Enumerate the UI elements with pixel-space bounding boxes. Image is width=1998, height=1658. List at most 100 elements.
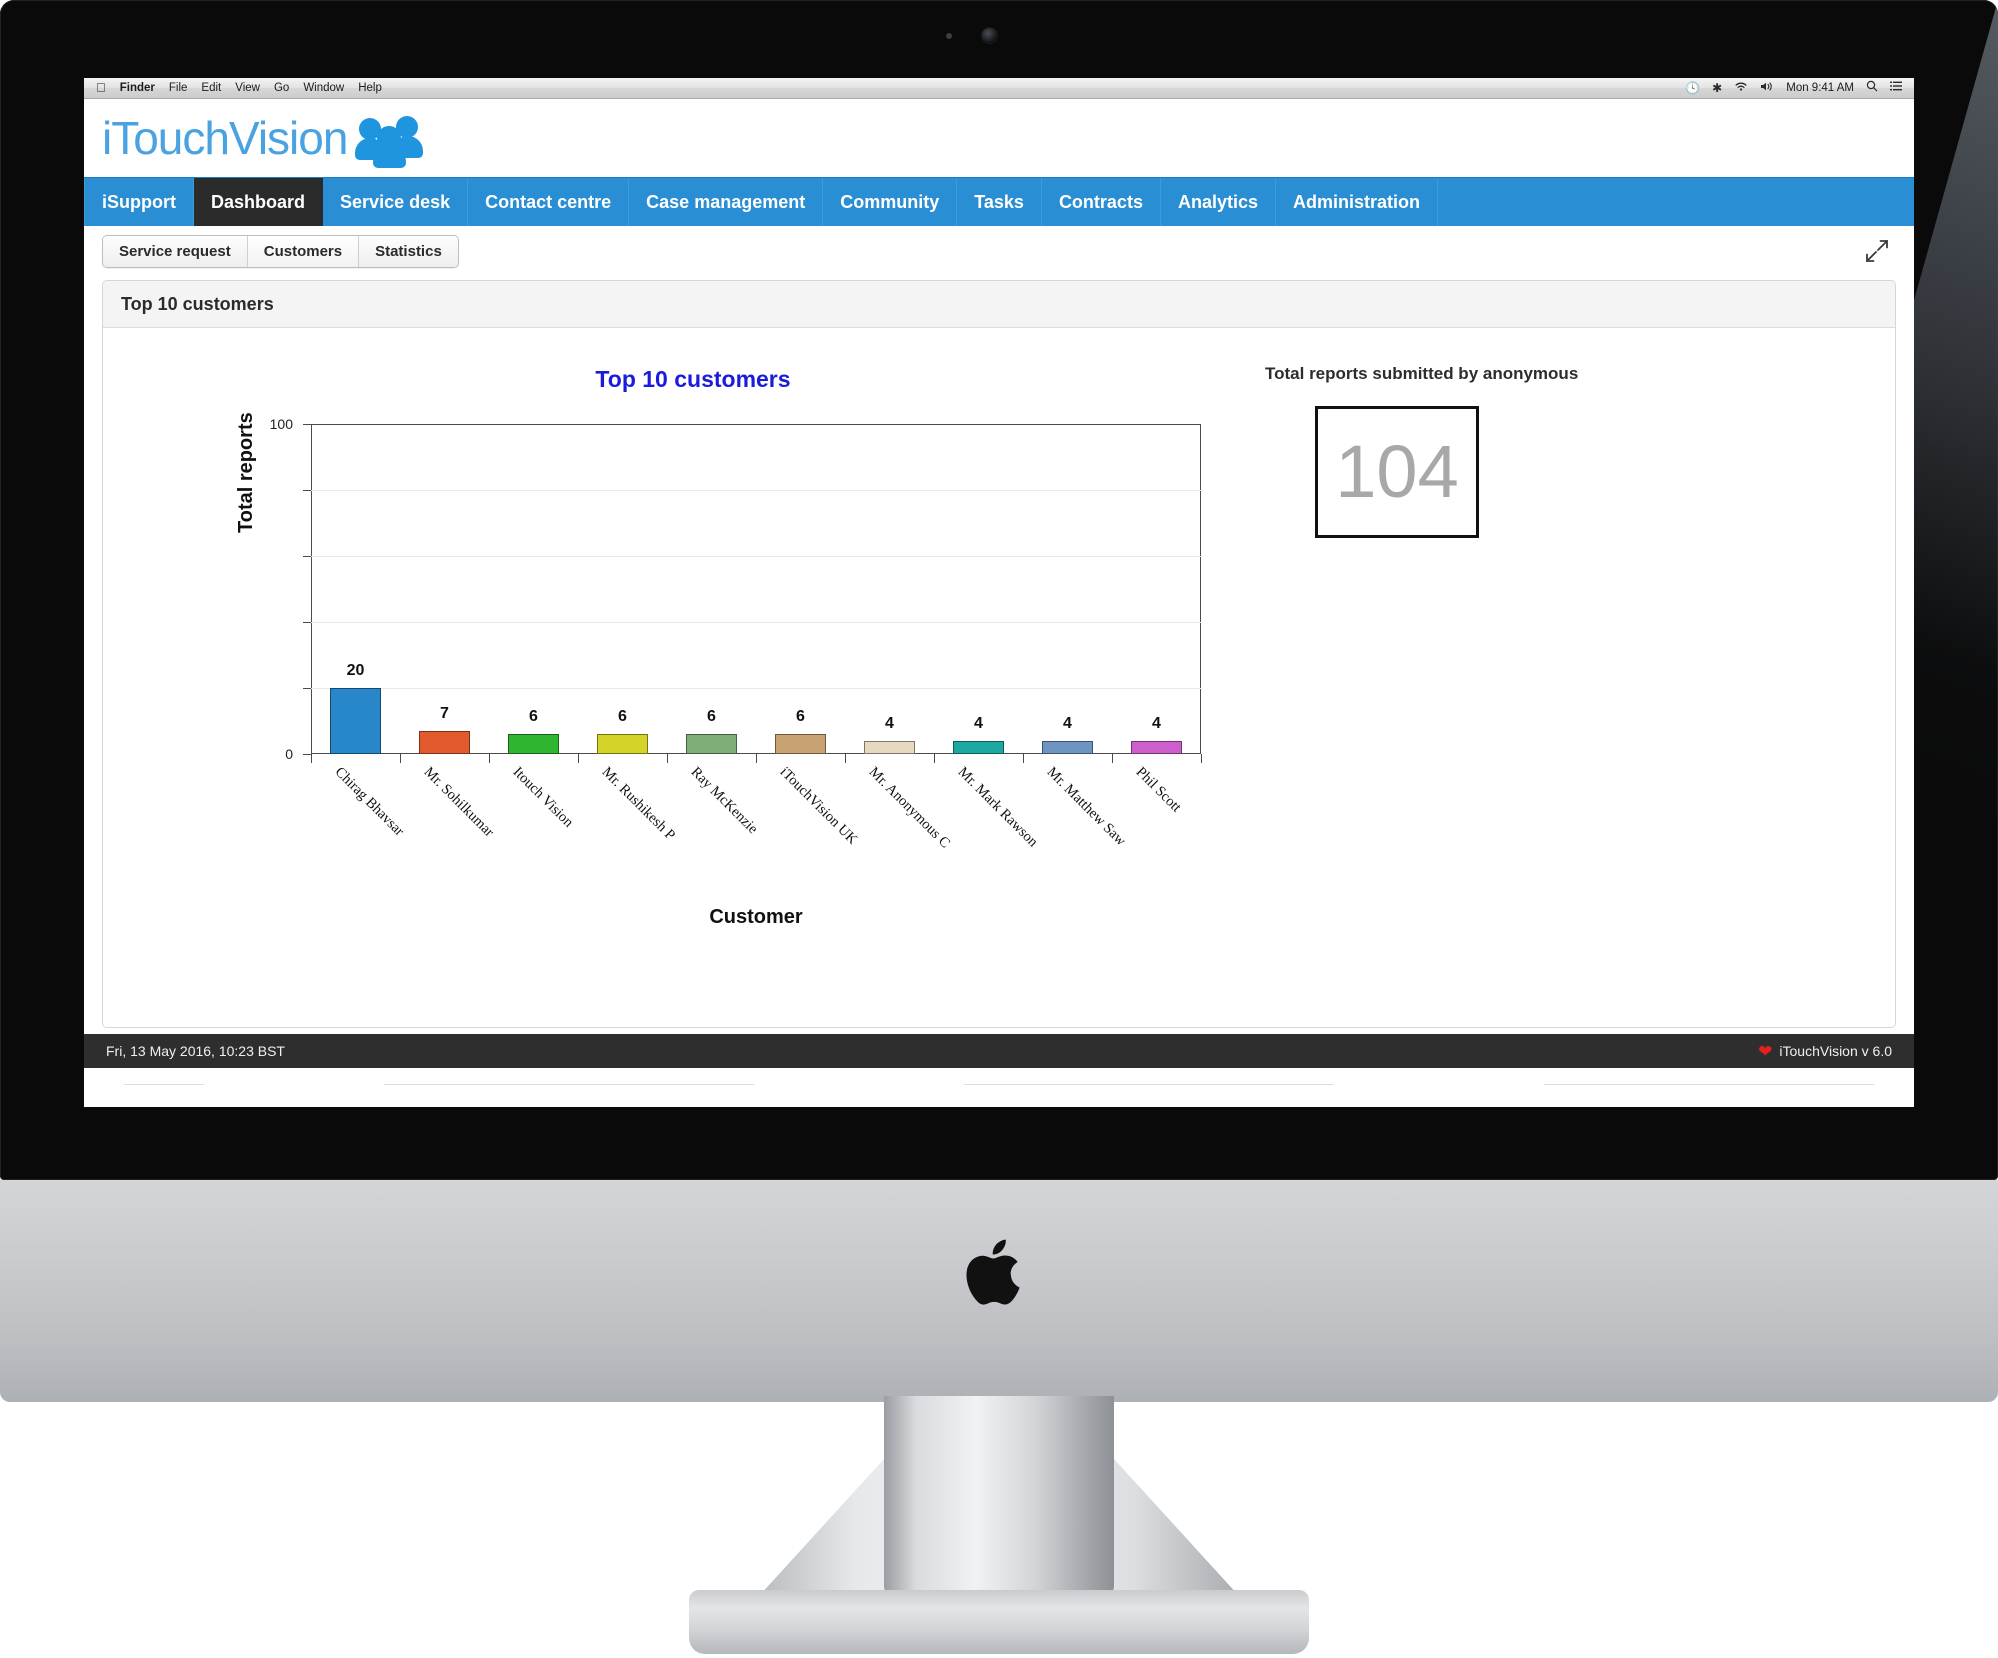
- bar[interactable]: [952, 740, 1005, 754]
- x-tick-label: iTouchVision UK: [776, 764, 861, 848]
- bar-slot[interactable]: 4: [1023, 424, 1112, 754]
- y-tick-label: 100: [269, 416, 293, 432]
- bar-value-label: 6: [796, 708, 805, 726]
- app-footer: Fri, 13 May 2016, 10:23 BST ❤ iTouchVisi…: [84, 1034, 1914, 1068]
- bar[interactable]: [774, 734, 827, 754]
- nav-label: Contact centre: [485, 191, 612, 212]
- chart-x-ticks: [311, 754, 1202, 763]
- menubar-item-edit[interactable]: Edit: [201, 78, 221, 98]
- page-background-remnant: [84, 1068, 1914, 1107]
- x-tick-label: Mr. Rushikesh P: [598, 764, 679, 844]
- menubar-item-finder[interactable]: Finder: [120, 78, 155, 98]
- bar-slot[interactable]: 7: [400, 424, 489, 754]
- nav-item-tasks[interactable]: Tasks: [957, 178, 1042, 226]
- bar[interactable]: [329, 688, 382, 754]
- nav-label: Tasks: [974, 191, 1024, 212]
- tab-customers[interactable]: Customers: [247, 235, 360, 267]
- x-tick-mark: [1112, 754, 1113, 763]
- bar-slot[interactable]: 6: [756, 424, 845, 754]
- nav-item-service-desk[interactable]: Service desk: [323, 178, 469, 226]
- bar-slot[interactable]: 4: [934, 424, 1023, 754]
- people-group-icon: [355, 112, 427, 168]
- x-tick-label: Mr. Matthew Saw: [1043, 764, 1129, 850]
- menubar-item-view[interactable]: View: [235, 78, 260, 98]
- nav-item-dashboard[interactable]: Dashboard: [194, 178, 324, 226]
- main-navigation: iSupport Dashboard Service desk Contact …: [84, 177, 1914, 226]
- x-tick-mark: [311, 754, 312, 763]
- wifi-icon[interactable]: [1734, 78, 1748, 98]
- panel-body: Top 10 customers Total reports 0 100 20 7 6…: [103, 328, 1895, 1027]
- tab-statistics[interactable]: Statistics: [359, 235, 458, 267]
- nav-label: Administration: [1293, 191, 1421, 212]
- expand-fullscreen-icon[interactable]: [1864, 238, 1890, 264]
- bar-value-label: 7: [440, 704, 449, 722]
- search-icon[interactable]: [1866, 78, 1878, 98]
- x-tick-label: Mr. Anonymous C: [865, 764, 954, 852]
- x-tick-mark: [400, 754, 401, 763]
- heart-icon: ❤: [1758, 1041, 1773, 1061]
- bluetooth-icon[interactable]: ✱: [1712, 78, 1722, 98]
- y-tick-mark: [303, 688, 311, 689]
- bar-value-label: 20: [346, 662, 365, 679]
- menubar-item-window[interactable]: Window: [303, 78, 344, 98]
- webcam-indicator-light: [946, 33, 952, 39]
- kpi-title: Total reports submitted by anonymous: [1265, 364, 1579, 383]
- menubar-clock[interactable]: Mon 9:41 AM: [1786, 78, 1854, 98]
- itouchvision-app: iTouchVision iSupport Dashboard Service …: [84, 99, 1914, 1107]
- subtab-row: Service request Customers Statistics: [84, 226, 1914, 276]
- bar-slot[interactable]: 4: [1112, 424, 1201, 754]
- x-tick-label: Ray McKenzie: [687, 764, 761, 838]
- nav-item-case-management[interactable]: Case management: [629, 178, 824, 226]
- bar[interactable]: [1130, 740, 1183, 754]
- bar[interactable]: [863, 740, 916, 754]
- nav-label: Service desk: [340, 191, 451, 212]
- notification-center-icon[interactable]: [1890, 78, 1902, 98]
- apple-menu-icon[interactable]: : [96, 78, 106, 98]
- imac-stand-base: [689, 1590, 1309, 1654]
- apple-logo-icon: [966, 1232, 1032, 1312]
- bar[interactable]: [1041, 740, 1094, 754]
- bar-chart: Top 10 customers Total reports 0 100 20 7 6…: [103, 328, 1223, 1027]
- bar[interactable]: [685, 734, 738, 754]
- y-tick-label: 0: [285, 746, 293, 762]
- chart-x-axis-label: Customer: [709, 906, 803, 928]
- y-tick-mark: [303, 424, 311, 425]
- screen:  Finder File Edit View Go Window Help 🕓…: [84, 78, 1914, 1107]
- y-tick-mark: [303, 622, 311, 623]
- nav-item-community[interactable]: Community: [823, 178, 958, 226]
- x-tick-mark: [756, 754, 757, 763]
- nav-item-analytics[interactable]: Analytics: [1161, 178, 1276, 226]
- nav-item-administration[interactable]: Administration: [1276, 178, 1439, 226]
- chart-x-tick-labels: Chirag Bhavsar Mr. Sohilkumar Itouch Visio…: [311, 764, 1201, 894]
- bar-slot[interactable]: 6: [667, 424, 756, 754]
- nav-label: Case management: [646, 191, 806, 212]
- bar-value-label: 4: [974, 714, 983, 732]
- x-tick-label: Mr. Mark Rawson: [954, 764, 1041, 851]
- bar-slot[interactable]: 4: [845, 424, 934, 754]
- nav-item-contact-centre[interactable]: Contact centre: [468, 178, 630, 226]
- nav-item-contracts[interactable]: Contracts: [1042, 178, 1161, 226]
- bar[interactable]: [596, 734, 649, 754]
- menubar-item-go[interactable]: Go: [274, 78, 289, 98]
- nav-item-isupport[interactable]: iSupport: [84, 178, 194, 226]
- kpi-box: 104: [1315, 406, 1479, 538]
- bar-slot[interactable]: 6: [578, 424, 667, 754]
- bar[interactable]: [507, 734, 560, 754]
- bar-slot[interactable]: 6: [489, 424, 578, 754]
- panel-title: Top 10 customers: [121, 293, 274, 314]
- x-tick-label: Phil Scott: [1132, 764, 1185, 816]
- tab-service-request[interactable]: Service request: [103, 235, 248, 267]
- panel-header: Top 10 customers: [103, 281, 1895, 328]
- timemachine-icon[interactable]: 🕓: [1685, 78, 1700, 98]
- bar-slot[interactable]: 20: [311, 424, 400, 754]
- bar[interactable]: [418, 730, 471, 754]
- menubar-item-help[interactable]: Help: [358, 78, 382, 98]
- volume-icon[interactable]: [1760, 78, 1774, 98]
- footer-version-group: ❤ iTouchVision v 6.0: [1758, 1043, 1892, 1060]
- y-tick-mark: [303, 490, 311, 491]
- logo-text: iTouchVision: [102, 112, 348, 164]
- x-tick-label: Chirag Bhavsar: [331, 764, 408, 840]
- menubar-item-file[interactable]: File: [169, 78, 188, 98]
- logo[interactable]: iTouchVision: [102, 111, 427, 168]
- x-tick-label: Itouch Vision: [509, 764, 577, 831]
